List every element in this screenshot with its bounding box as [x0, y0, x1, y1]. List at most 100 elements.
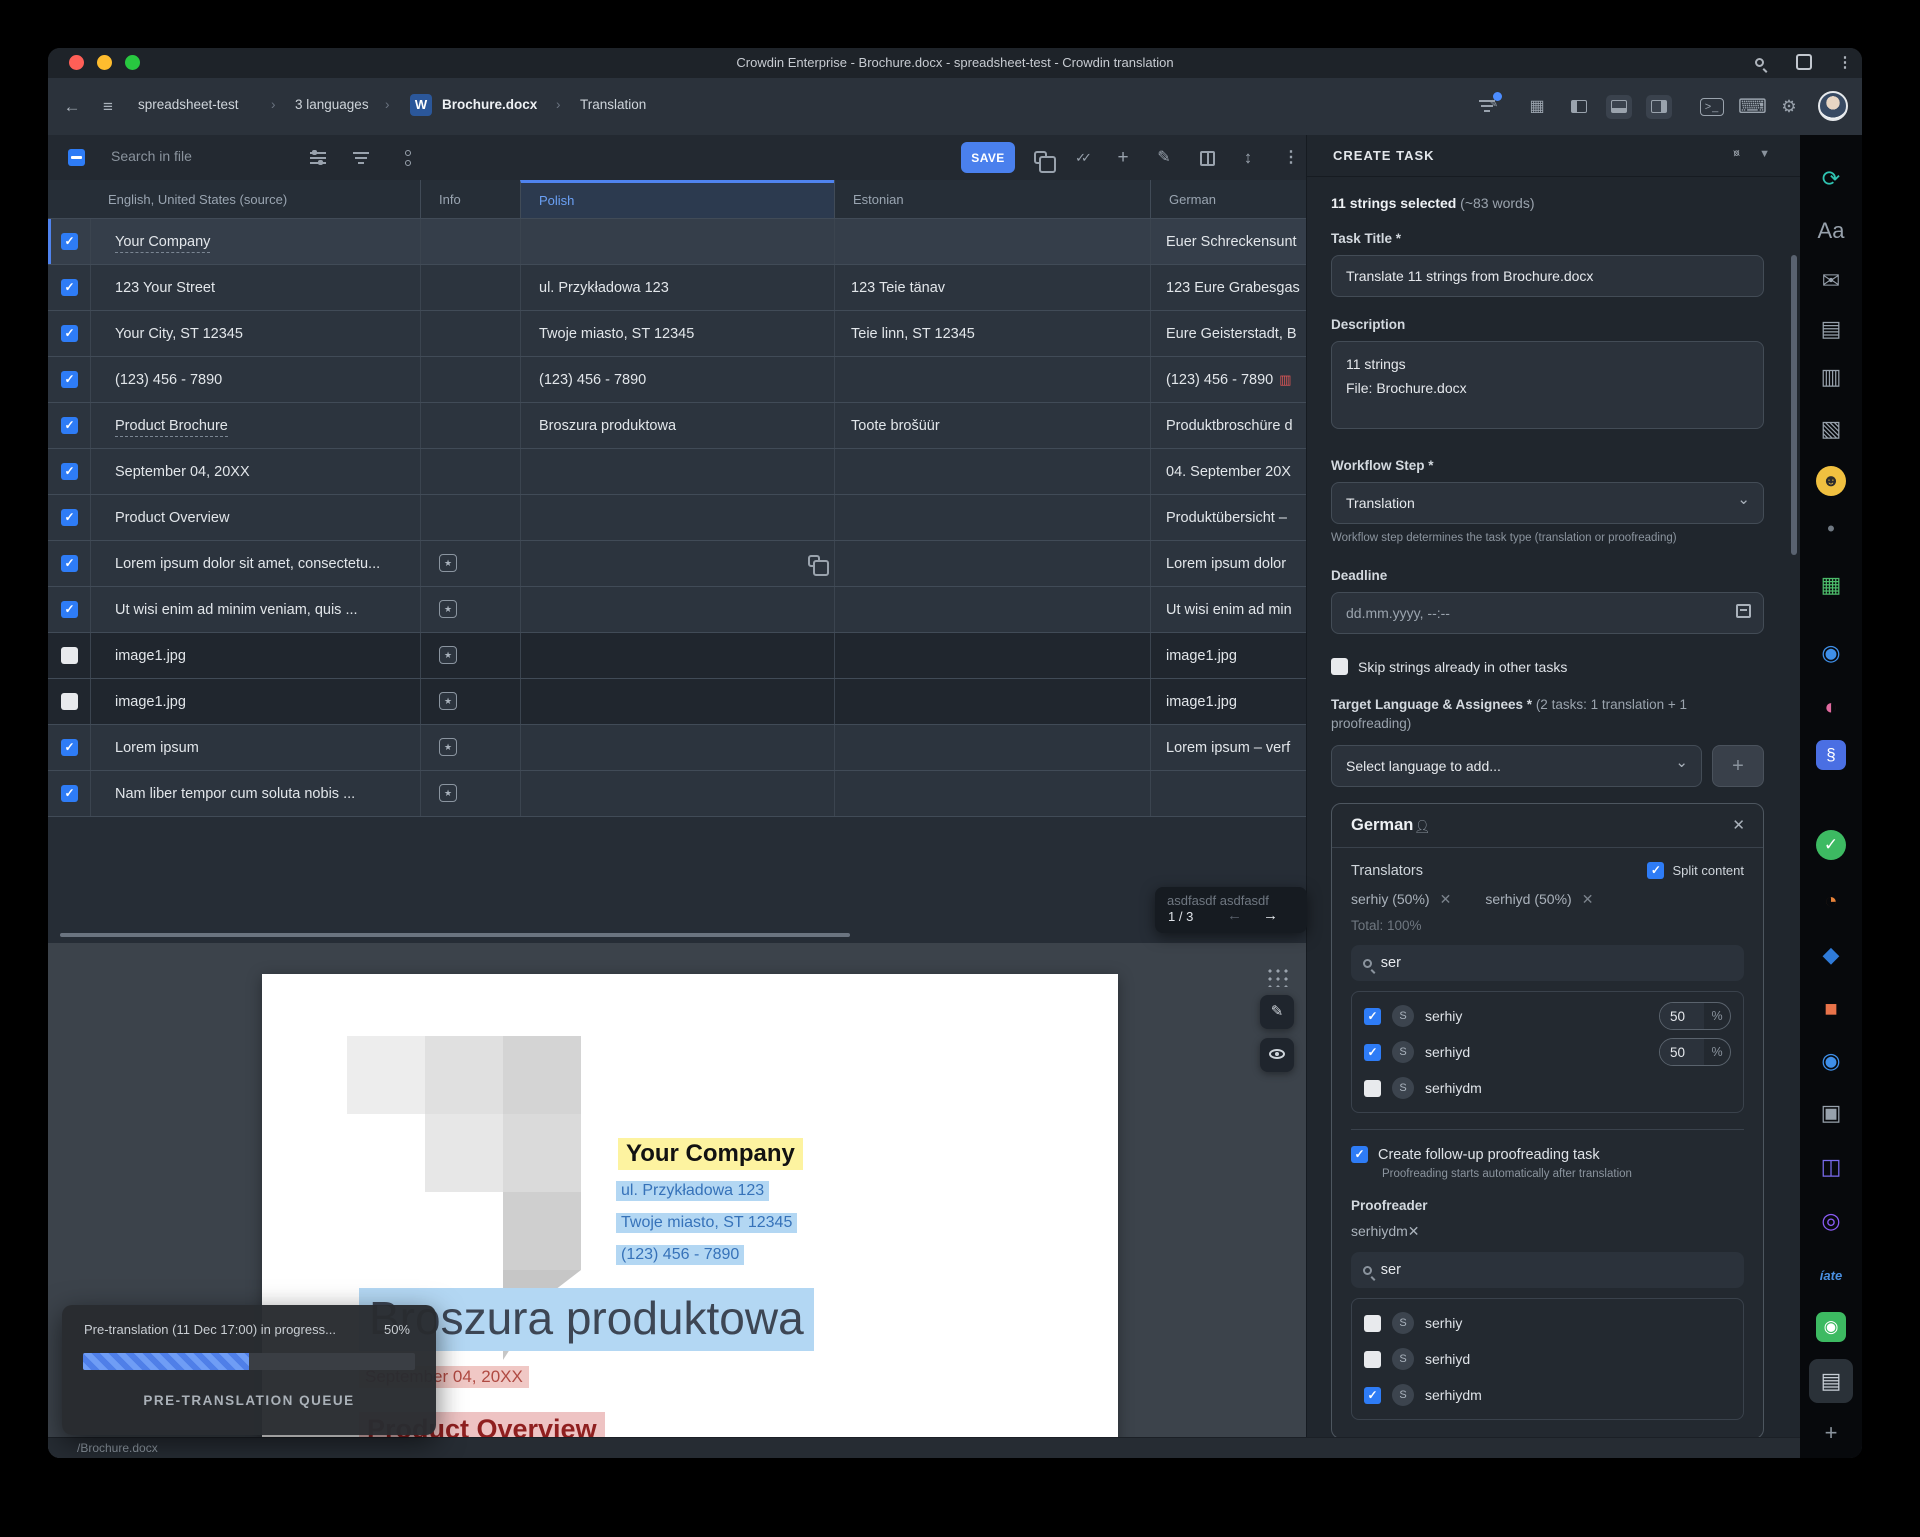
estonian-cell[interactable]: Teie linn, ST 12345	[834, 311, 1150, 356]
keyboard-icon[interactable]: ⌨	[1738, 95, 1764, 119]
eye-app-icon[interactable]: ◉	[1809, 1039, 1853, 1083]
menu-hamburger-icon[interactable]: ≡	[96, 95, 120, 119]
row-checkbox[interactable]	[61, 601, 78, 618]
cube-icon[interactable]: ■	[1809, 987, 1853, 1031]
workflow-step-select[interactable]	[1331, 482, 1764, 524]
info-cell[interactable]	[420, 311, 520, 356]
column-header-estonian[interactable]: Estonian	[834, 180, 1150, 218]
select-all-checkbox[interactable]	[68, 149, 85, 166]
polish-cell[interactable]	[520, 449, 834, 494]
screenshot-tag-icon[interactable]: ★	[439, 738, 457, 756]
source-cell[interactable]: Lorem ipsum	[90, 725, 420, 770]
horizontal-scrollbar-thumb[interactable]	[60, 933, 850, 937]
s-app-icon[interactable]: §	[1809, 733, 1853, 777]
settings-gear-icon[interactable]: ⚙	[1776, 95, 1802, 119]
assignee-checkbox[interactable]	[1364, 1008, 1381, 1025]
column-header-german[interactable]: German	[1150, 180, 1306, 218]
split-content-checkbox[interactable]	[1647, 862, 1664, 879]
assignee-option[interactable]: Sserhiy%	[1364, 998, 1731, 1034]
task-title-input[interactable]	[1331, 255, 1764, 297]
assignee-option[interactable]: Sserhiyd	[1364, 1341, 1731, 1377]
sync-icon[interactable]: ⟳	[1809, 157, 1853, 201]
assignee-checkbox[interactable]	[1364, 1080, 1381, 1097]
estonian-cell[interactable]: 123 Teie tänav	[834, 265, 1150, 310]
screenshot-tag-icon[interactable]: ★	[439, 692, 457, 710]
source-cell[interactable]: Lorem ipsum dolor sit amet, consectetu..…	[90, 541, 420, 586]
media-icon[interactable]: ◉	[1809, 631, 1853, 675]
german-cell[interactable]: 123 Eure Grabesgas	[1150, 265, 1306, 310]
german-cell[interactable]: 04. September 20X	[1150, 449, 1306, 494]
breadcrumb-project[interactable]: spreadsheet-test	[138, 97, 239, 112]
row-checkbox[interactable]	[61, 279, 78, 296]
approve-all-icon[interactable]: ✓✓	[1069, 146, 1093, 170]
german-cell[interactable]: Eure Geisterstadt, B	[1150, 311, 1306, 356]
info-cell[interactable]	[420, 219, 520, 264]
source-cell[interactable]: 123 Your Street	[90, 265, 420, 310]
polish-cell[interactable]	[520, 679, 834, 724]
terminal-icon[interactable]: >_	[1700, 98, 1724, 116]
estonian-cell[interactable]	[834, 357, 1150, 402]
assignee-checkbox[interactable]	[1364, 1351, 1381, 1368]
notes-icon[interactable]: ▣	[1809, 1091, 1853, 1135]
calendar-icon[interactable]	[1736, 604, 1751, 618]
panel-right-icon[interactable]	[1646, 95, 1672, 119]
drag-handle-icon[interactable]	[1266, 967, 1290, 987]
translate-icon[interactable]: Aa	[1809, 209, 1853, 253]
screenshot-tag-icon[interactable]: ★	[439, 646, 457, 664]
share-percent-input[interactable]	[1660, 1003, 1704, 1029]
row-checkbox[interactable]	[61, 555, 78, 572]
estonian-cell[interactable]	[834, 679, 1150, 724]
german-cell[interactable]: image1.jpg	[1150, 633, 1306, 678]
info-cell[interactable]	[420, 495, 520, 540]
iate-logo[interactable]: íate	[1809, 1253, 1853, 1297]
file-info-icon[interactable]: ▧	[1809, 407, 1853, 451]
table-row[interactable]: September 04, 20XX04. September 20X	[48, 449, 1306, 495]
grid-view-icon[interactable]: ▦	[1524, 95, 1550, 119]
document-icon[interactable]: ▤	[1809, 307, 1853, 351]
source-cell[interactable]: Nam liber tempor cum soluta nobis ...	[90, 771, 420, 816]
table-row[interactable]: (123) 456 - 7890(123) 456 - 7890(123) 45…	[48, 357, 1306, 403]
select-language-dropdown[interactable]	[1331, 745, 1702, 787]
table-row[interactable]: Your CompanyEuer Schreckensunt	[48, 219, 1306, 265]
row-checkbox[interactable]	[61, 785, 78, 802]
add-app-icon[interactable]: +	[1809, 1411, 1853, 1455]
estonian-cell[interactable]	[834, 633, 1150, 678]
assignee-checkbox[interactable]	[1364, 1387, 1381, 1404]
assignee-option[interactable]: Sserhiy	[1364, 1305, 1731, 1341]
add-language-button[interactable]: +	[1712, 745, 1764, 787]
more-options-icon[interactable]: ⋮	[1279, 146, 1303, 170]
table-row[interactable]: Your City, ST 12345 Twoje miasto, ST 1234…	[48, 311, 1306, 357]
polish-cell[interactable]: Broszura produktowa	[520, 403, 834, 448]
row-checkbox[interactable]	[61, 233, 78, 250]
polish-cell[interactable]: ul. Przykładowa 123	[520, 265, 834, 310]
browser-icon[interactable]: ◔	[1809, 879, 1853, 923]
panel-scrollbar-thumb[interactable]	[1791, 255, 1797, 555]
polish-cell[interactable]	[520, 219, 834, 264]
source-cell[interactable]: Product Overview	[90, 495, 420, 540]
estonian-cell[interactable]	[834, 495, 1150, 540]
table-row[interactable]: Ut wisi enim ad minim veniam, quis ...★U…	[48, 587, 1306, 633]
sort-commit-icon[interactable]	[395, 146, 419, 170]
row-checkbox[interactable]	[61, 693, 78, 710]
info-cell[interactable]: ★	[420, 725, 520, 770]
split-columns-icon[interactable]	[1195, 146, 1219, 170]
source-cell[interactable]: Your Company	[90, 219, 420, 264]
row-checkbox[interactable]	[61, 463, 78, 480]
german-cell[interactable]: (123) 456 - 7890▥	[1150, 357, 1306, 402]
save-button[interactable]: SAVE	[961, 142, 1015, 173]
polish-cell[interactable]: Twoje miasto, ST 12345	[520, 311, 834, 356]
screenshot-tag-icon[interactable]: ★	[439, 784, 457, 802]
screenshot-tag-icon[interactable]: ★	[439, 554, 457, 572]
row-checkbox[interactable]	[61, 647, 78, 664]
browser-menu-icon[interactable]: ⋮	[1834, 53, 1856, 73]
german-cell[interactable]: image1.jpg	[1150, 679, 1306, 724]
estonian-cell[interactable]: Toote brošüür	[834, 403, 1150, 448]
polish-cell[interactable]	[520, 771, 834, 816]
source-cell[interactable]: Your City, ST 12345	[90, 311, 420, 356]
table-row[interactable]: Nam liber tempor cum soluta nobis ... ★	[48, 771, 1306, 817]
pin-icon[interactable]: ⌖	[1727, 144, 1744, 162]
table-row[interactable]: Product OverviewProduktübersicht –	[48, 495, 1306, 541]
row-checkbox[interactable]	[61, 417, 78, 434]
estonian-cell[interactable]	[834, 587, 1150, 632]
share-percent-input[interactable]	[1660, 1039, 1704, 1065]
